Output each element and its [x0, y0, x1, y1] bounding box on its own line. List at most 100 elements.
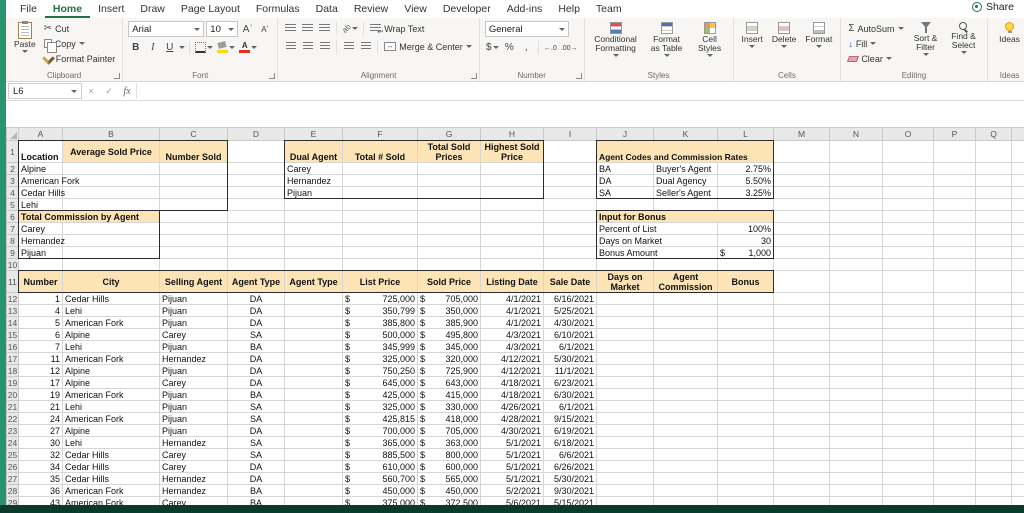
- cell-R4[interactable]: [1011, 186, 1024, 199]
- cell-Q12[interactable]: [975, 292, 1012, 305]
- percent-style-button[interactable]: %: [502, 40, 517, 55]
- cell-H13[interactable]: 4/1/2021: [480, 304, 544, 317]
- cell-M19[interactable]: [773, 376, 830, 389]
- cell-D18[interactable]: DA: [227, 364, 285, 377]
- cell-I18[interactable]: 11/1/2021: [543, 364, 597, 377]
- row-header-26[interactable]: 26: [6, 460, 19, 473]
- cell-D22[interactable]: SA: [227, 412, 285, 425]
- cell-I10[interactable]: [543, 258, 597, 271]
- cell-J2[interactable]: BA: [596, 162, 654, 175]
- cell-K26[interactable]: [653, 460, 718, 473]
- cell-Q10[interactable]: [975, 258, 1012, 271]
- cell-F1[interactable]: Total # Sold: [342, 140, 418, 163]
- cell-D15[interactable]: SA: [227, 328, 285, 341]
- cell-K10[interactable]: [653, 258, 718, 271]
- col-header-E[interactable]: E: [284, 127, 343, 141]
- cell-K14[interactable]: [653, 316, 718, 329]
- cell-O10[interactable]: [882, 258, 934, 271]
- cell-L28[interactable]: [717, 484, 774, 497]
- cell-P15[interactable]: [933, 328, 976, 341]
- cell-O28[interactable]: [882, 484, 934, 497]
- cell-F26[interactable]: $610,000: [342, 460, 418, 473]
- cell-N6[interactable]: [829, 210, 883, 223]
- cell-M25[interactable]: [773, 448, 830, 461]
- cell-C15[interactable]: Carey: [159, 328, 228, 341]
- cell-J22[interactable]: [596, 412, 654, 425]
- cell-A20[interactable]: 19: [18, 388, 63, 401]
- font-name-combo[interactable]: Arial: [128, 21, 205, 37]
- cell-A9[interactable]: Pijuan: [18, 246, 63, 259]
- cell-N18[interactable]: [829, 364, 883, 377]
- cell-M24[interactable]: [773, 436, 830, 449]
- cell-K3[interactable]: Dual Agency: [653, 174, 718, 187]
- cell-D12[interactable]: DA: [227, 292, 285, 305]
- cell-N25[interactable]: [829, 448, 883, 461]
- cell-L4[interactable]: 3.25%: [717, 186, 774, 199]
- cell-A15[interactable]: 6: [18, 328, 63, 341]
- cell-E2[interactable]: Carey: [284, 162, 343, 175]
- cell-K13[interactable]: [653, 304, 718, 317]
- row-header-14[interactable]: 14: [6, 316, 19, 329]
- cell-J11[interactable]: Days on Market: [596, 270, 654, 293]
- cell-J12[interactable]: [596, 292, 654, 305]
- cell-O16[interactable]: [882, 340, 934, 353]
- cell-N21[interactable]: [829, 400, 883, 413]
- cell-E4[interactable]: Pijuan: [284, 186, 343, 199]
- cell-F21[interactable]: $325,000: [342, 400, 418, 413]
- cell-N9[interactable]: [829, 246, 883, 259]
- cell-C11[interactable]: Selling Agent: [159, 270, 228, 293]
- format-as-table-button[interactable]: Format as Table: [645, 21, 689, 68]
- row-header-15[interactable]: 15: [6, 328, 19, 341]
- cell-G14[interactable]: $385,900: [417, 316, 481, 329]
- cell-B15[interactable]: Alpine: [62, 328, 160, 341]
- col-header-Q[interactable]: Q: [975, 127, 1012, 141]
- cell-H23[interactable]: 4/30/2021: [480, 424, 544, 437]
- cell-P28[interactable]: [933, 484, 976, 497]
- clear-button[interactable]: Clear: [846, 51, 905, 66]
- cell-I9[interactable]: [543, 246, 597, 259]
- cell-H21[interactable]: 4/26/2021: [480, 400, 544, 413]
- cell-E14[interactable]: [284, 316, 343, 329]
- cell-B23[interactable]: Alpine: [62, 424, 160, 437]
- cell-H27[interactable]: 5/1/2021: [480, 472, 544, 485]
- cell-B24[interactable]: Lehi: [62, 436, 160, 449]
- cell-E10[interactable]: [284, 258, 343, 271]
- cell-D10[interactable]: [227, 258, 285, 271]
- cell-O20[interactable]: [882, 388, 934, 401]
- cell-F17[interactable]: $325,000: [342, 352, 418, 365]
- cell-H10[interactable]: [480, 258, 544, 271]
- cell-H29[interactable]: 5/6/2021: [480, 496, 544, 505]
- cell-H1[interactable]: Highest Sold Price: [480, 140, 544, 163]
- cell-D27[interactable]: DA: [227, 472, 285, 485]
- borders-button[interactable]: [194, 40, 214, 55]
- cell-I8[interactable]: [543, 234, 597, 247]
- cell-I15[interactable]: 6/10/2021: [543, 328, 597, 341]
- cell-I21[interactable]: 6/1/2021: [543, 400, 597, 413]
- cell-P1[interactable]: [933, 140, 976, 163]
- cell-P21[interactable]: [933, 400, 976, 413]
- cell-H2[interactable]: [480, 162, 544, 175]
- row-header-12[interactable]: 12: [6, 292, 19, 305]
- cell-E15[interactable]: [284, 328, 343, 341]
- cell-B10[interactable]: [62, 258, 160, 271]
- cell-E29[interactable]: [284, 496, 343, 505]
- cell-K16[interactable]: [653, 340, 718, 353]
- cell-R8[interactable]: [1011, 234, 1024, 247]
- cell-N29[interactable]: [829, 496, 883, 505]
- cell-Q5[interactable]: [975, 198, 1012, 211]
- cell-J17[interactable]: [596, 352, 654, 365]
- fill-color-button[interactable]: [216, 40, 236, 55]
- cell-R2[interactable]: [1011, 162, 1024, 175]
- cell-B19[interactable]: Alpine: [62, 376, 160, 389]
- autosum-button[interactable]: AutoSum: [846, 21, 905, 36]
- cell-R13[interactable]: [1011, 304, 1024, 317]
- cell-I13[interactable]: 5/25/2021: [543, 304, 597, 317]
- tab-insert[interactable]: Insert: [90, 1, 132, 18]
- cell-E13[interactable]: [284, 304, 343, 317]
- cell-E19[interactable]: [284, 376, 343, 389]
- cell-Q1[interactable]: [975, 140, 1012, 163]
- tab-add-ins[interactable]: Add-ins: [499, 1, 551, 18]
- cell-A26[interactable]: 34: [18, 460, 63, 473]
- cell-P23[interactable]: [933, 424, 976, 437]
- col-header-K[interactable]: K: [653, 127, 718, 141]
